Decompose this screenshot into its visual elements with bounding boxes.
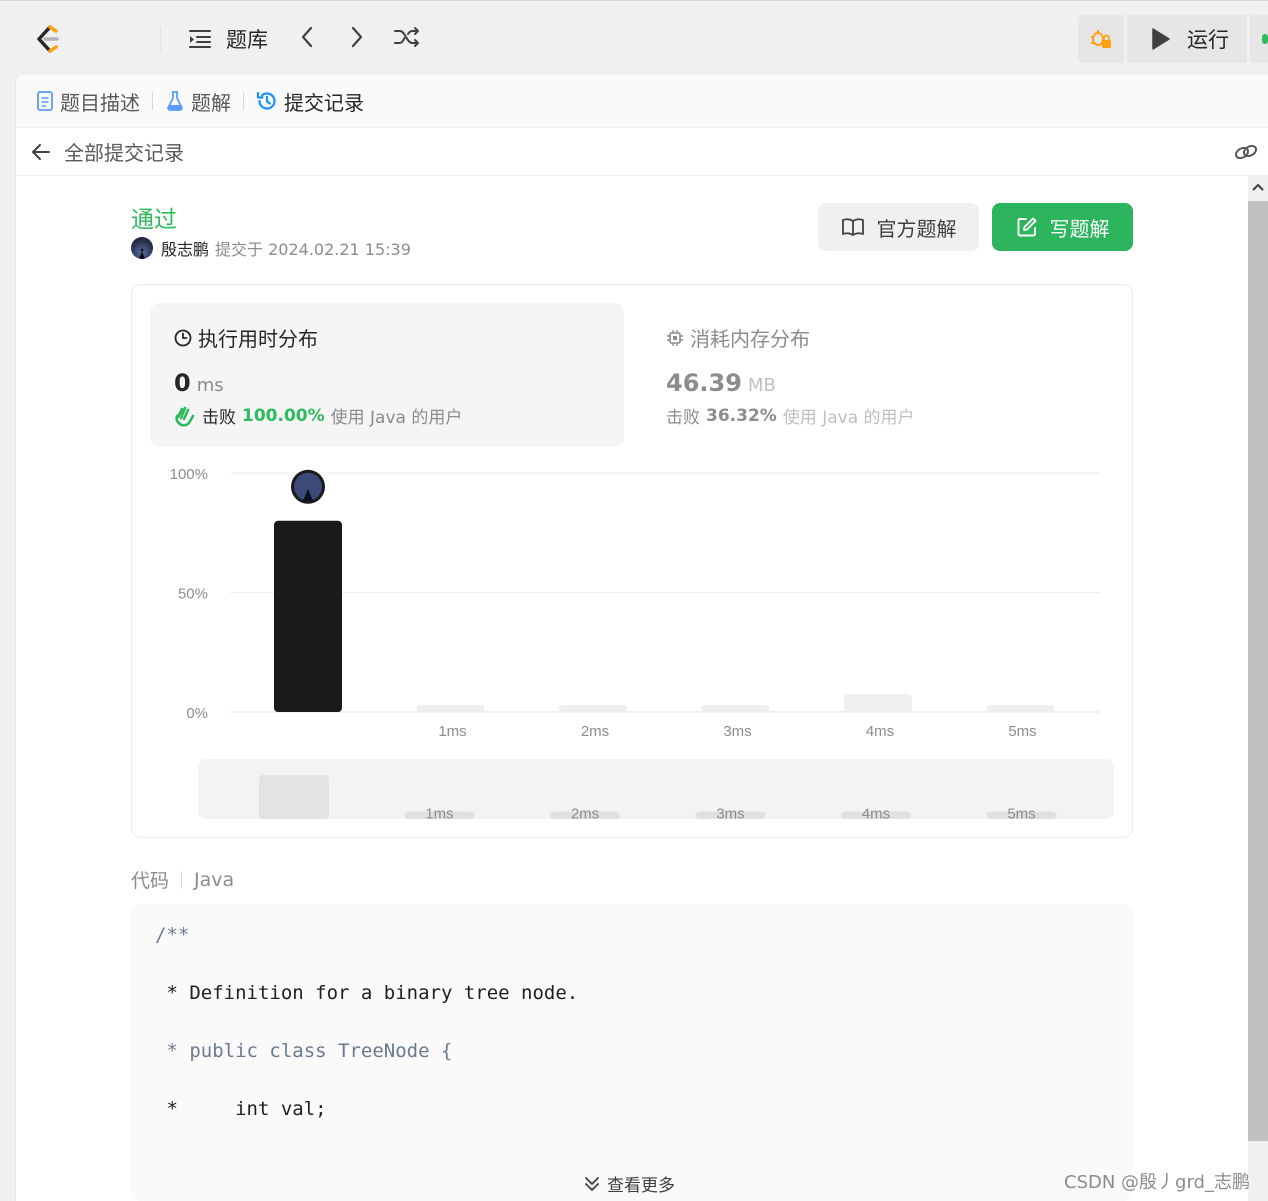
random-problem-button[interactable] bbox=[393, 23, 421, 55]
chart-bar bbox=[416, 704, 485, 712]
book-icon bbox=[841, 217, 865, 237]
chart-overview-strip bbox=[198, 759, 1114, 819]
divider bbox=[243, 92, 244, 110]
edit-icon bbox=[1016, 216, 1038, 238]
submission-detail: 通过 殷志鹏 提交于 2024.02.21 15:39 官方题解 写题解 执行用… bbox=[16, 176, 1249, 1201]
leetcode-logo-icon[interactable] bbox=[30, 21, 66, 57]
tab-submissions[interactable]: 提交记录 bbox=[256, 75, 364, 128]
divider bbox=[181, 870, 183, 889]
show-more-button[interactable]: 查看更多 bbox=[583, 1171, 675, 1196]
arrow-left-icon[interactable] bbox=[30, 141, 52, 163]
status-accepted: 通过 bbox=[131, 207, 177, 233]
x-tick-label: 4ms bbox=[866, 723, 894, 740]
y-tick-label: 0% bbox=[186, 705, 208, 722]
chevron-up-icon[interactable] bbox=[1252, 182, 1264, 192]
double-chevron-down-icon bbox=[583, 1175, 601, 1193]
overview-tick-label: 1ms bbox=[425, 806, 453, 823]
official-solution-label: 官方题解 bbox=[876, 216, 957, 241]
all-submissions-link[interactable]: 全部提交记录 bbox=[64, 137, 184, 166]
code-line: /** bbox=[155, 924, 190, 946]
prev-problem-button[interactable] bbox=[298, 23, 316, 55]
cloud-icon bbox=[1262, 34, 1268, 44]
write-solution-button[interactable]: 写题解 bbox=[992, 203, 1133, 251]
overview-tick-label: 3ms bbox=[716, 806, 744, 823]
top-bar: 题库 运行 bbox=[0, 0, 1268, 75]
next-problem-button[interactable] bbox=[348, 23, 366, 55]
run-button[interactable]: 运行 bbox=[1127, 15, 1247, 63]
code-line: * int val; bbox=[155, 1098, 327, 1120]
submission-meta: 殷志鹏 提交于 2024.02.21 15:39 bbox=[131, 236, 411, 260]
scrollbar-thumb[interactable] bbox=[1248, 201, 1268, 1141]
problem-list-button[interactable]: 题库 bbox=[188, 23, 268, 55]
x-tick-label: 2ms bbox=[581, 723, 609, 740]
submitted-time: 提交于 2024.02.21 15:39 bbox=[215, 240, 411, 259]
official-solution-button[interactable]: 官方题解 bbox=[818, 203, 979, 251]
scrollbar[interactable] bbox=[1248, 176, 1268, 1201]
tab-submissions-label: 提交记录 bbox=[284, 90, 364, 115]
chevron-left-icon bbox=[298, 25, 316, 54]
code-header: 代码 Java bbox=[131, 866, 234, 893]
link-icon[interactable] bbox=[1233, 141, 1259, 163]
divider bbox=[152, 92, 153, 110]
tab-solutions-label: 题解 bbox=[191, 90, 231, 115]
tab-description-label: 题目描述 bbox=[60, 90, 140, 115]
runtime-distribution-chart[interactable]: 100% 50% 0% 1ms 2ms 3ms 4ms 5ms 1ms 2ms 3ms 4ms 5ms bbox=[132, 285, 1132, 837]
x-tick-label: 5ms bbox=[1008, 723, 1036, 740]
overview-tick-label: 2ms bbox=[571, 806, 599, 823]
tab-bar: 题目描述 题解 提交记录 bbox=[16, 75, 1268, 128]
author-name[interactable]: 殷志鹏 bbox=[161, 236, 209, 260]
shuffle-icon bbox=[393, 25, 421, 54]
code-line: * Definition for a binary tree node. bbox=[155, 982, 579, 1004]
code-label: 代码 bbox=[131, 870, 170, 892]
chart-bar bbox=[559, 704, 627, 712]
overview-tick-label: 4ms bbox=[862, 806, 890, 823]
chart-bar bbox=[274, 520, 342, 712]
overview-bar bbox=[259, 775, 329, 819]
tab-solutions[interactable]: 题解 bbox=[165, 75, 231, 128]
x-tick-label: 3ms bbox=[723, 723, 751, 740]
performance-card: 执行用时分布 0 ms 击败 100.00% 使用 Java 的用户 消耗内存分… bbox=[131, 284, 1133, 838]
overview-tick-label: 5ms bbox=[1007, 806, 1035, 823]
list-icon bbox=[188, 28, 212, 50]
submit-button[interactable] bbox=[1250, 15, 1268, 63]
show-more-label: 查看更多 bbox=[607, 1176, 675, 1196]
code-line: * public class TreeNode { bbox=[155, 1040, 453, 1062]
y-tick-label: 50% bbox=[178, 586, 208, 603]
submission-panel: 题目描述 题解 提交记录 全部提交记录 通过 殷志鹏 提交于 2024.02.2… bbox=[15, 75, 1268, 1201]
history-icon bbox=[256, 90, 278, 112]
debug-button[interactable] bbox=[1078, 15, 1124, 63]
avatar[interactable] bbox=[131, 237, 153, 259]
tab-description[interactable]: 题目描述 bbox=[36, 75, 140, 128]
code-block[interactable]: /** * Definition for a binary tree node.… bbox=[131, 904, 1133, 1201]
code-language: Java bbox=[194, 868, 235, 891]
x-tick-label: 1ms bbox=[438, 723, 466, 740]
back-row: 全部提交记录 bbox=[16, 128, 1268, 176]
bug-lock-icon bbox=[1089, 27, 1113, 51]
problem-list-label: 题库 bbox=[226, 28, 268, 52]
write-solution-label: 写题解 bbox=[1049, 216, 1110, 241]
run-label: 运行 bbox=[1187, 28, 1229, 52]
watermark-text: CSDN @殷丿grd_志鹏 bbox=[1064, 1172, 1250, 1193]
flask-icon bbox=[165, 90, 185, 112]
document-icon bbox=[36, 90, 54, 112]
chart-bar bbox=[986, 704, 1055, 712]
divider bbox=[160, 27, 161, 51]
play-icon bbox=[1149, 27, 1171, 51]
chart-bar bbox=[701, 704, 770, 712]
chevron-right-icon bbox=[348, 25, 366, 54]
chart-bar bbox=[844, 694, 912, 712]
y-tick-label: 100% bbox=[170, 466, 208, 483]
